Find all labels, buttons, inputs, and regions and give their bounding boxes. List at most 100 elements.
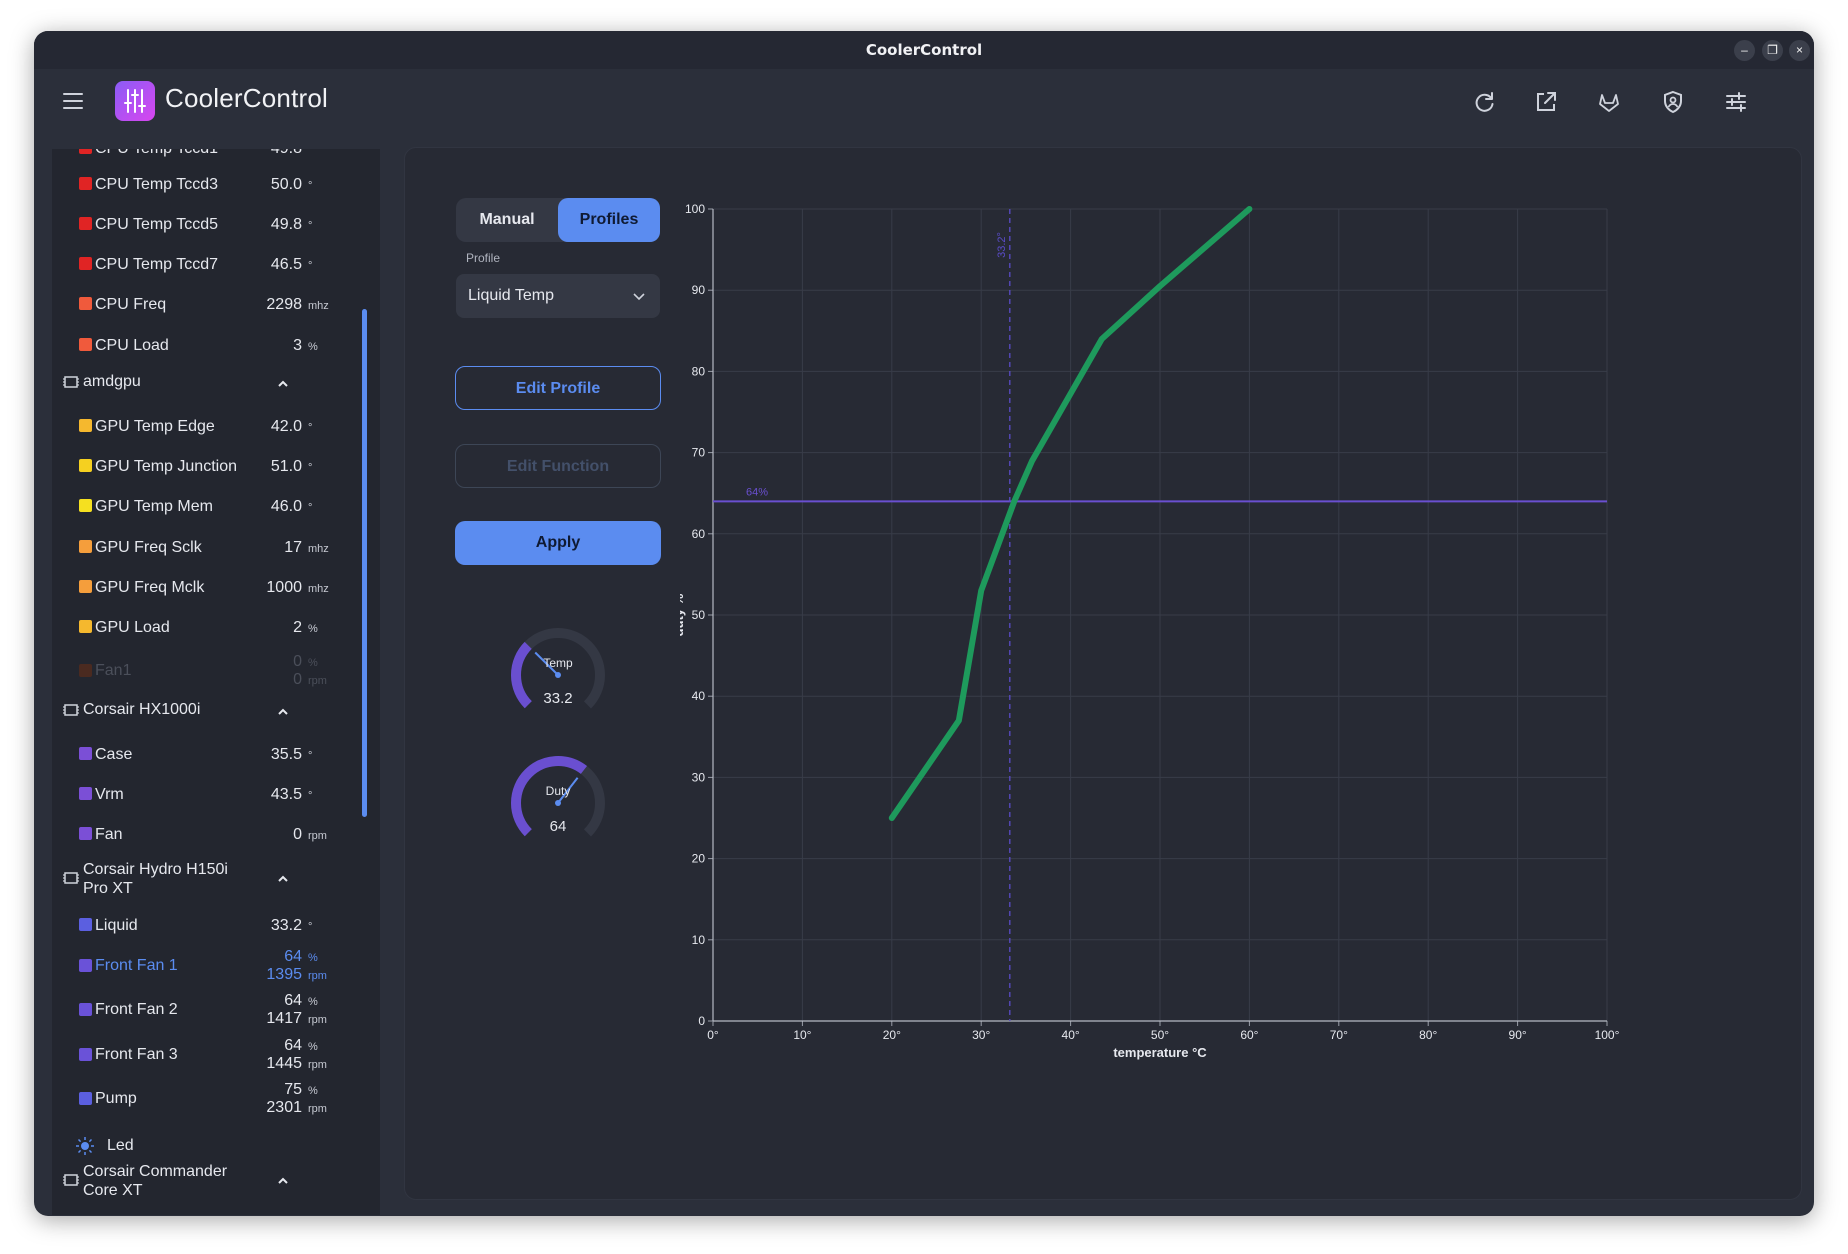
sensor-row[interactable]: CPU Load 3 % <box>52 328 352 362</box>
color-swatch[interactable] <box>79 620 92 633</box>
sensor-row[interactable]: CPU Temp Tccd3 50.0 ° <box>52 167 352 201</box>
sliders-icon[interactable] <box>1724 90 1748 114</box>
color-swatch[interactable] <box>79 217 92 230</box>
open-external-icon[interactable] <box>1534 90 1558 114</box>
y-tick-label: 80 <box>692 364 706 378</box>
sensor-row[interactable]: Vrm 43.5 ° <box>52 777 352 811</box>
y-tick-label: 50 <box>692 608 706 622</box>
sensor-row[interactable]: GPU Freq Sclk 17 mhz <box>52 530 352 564</box>
color-swatch[interactable] <box>79 177 92 190</box>
sensor-row[interactable]: CPU Freq 2298 mhz <box>52 287 352 321</box>
y-tick-label: 90 <box>692 283 706 297</box>
chevron-up-icon[interactable] <box>276 874 290 884</box>
sensor-label: GPU Temp Mem <box>95 498 213 515</box>
fan-row[interactable]: Front Fan 2 64 % 1417 rpm <box>52 992 352 1027</box>
edit-function-button[interactable]: Edit Function <box>455 444 661 488</box>
app-window: CoolerControl – ❐ × CoolerControl ° CPU … <box>34 31 1814 1216</box>
sensor-label: CPU Temp Tccd7 <box>95 256 219 273</box>
sensor-row[interactable]: Fan 0 rpm <box>52 817 352 851</box>
sensor-value: 17 <box>284 539 302 556</box>
sensor-label: GPU Freq Mclk <box>95 579 205 596</box>
sensor-value: 35.5 <box>270 746 302 763</box>
sensor-value: 0 <box>293 826 302 843</box>
color-swatch[interactable] <box>79 959 92 972</box>
sidebar-scrollbar[interactable] <box>362 309 367 817</box>
color-swatch[interactable] <box>79 1003 92 1016</box>
color-swatch[interactable] <box>79 787 92 800</box>
sensor-row[interactable]: GPU Temp Junction 51.0 ° <box>52 449 352 483</box>
color-swatch[interactable] <box>79 1092 92 1105</box>
sensor-row[interactable]: CPU Temp Tccd5 49.8 ° <box>52 207 352 241</box>
window-title: CoolerControl <box>865 41 983 59</box>
sensor-unit: mhz <box>308 583 329 595</box>
apply-button[interactable]: Apply <box>455 521 661 565</box>
duty-marker-label: 64% <box>746 486 768 498</box>
fan-rpm-unit: rpm <box>308 1059 327 1071</box>
duty-gauge-label: Duty <box>546 784 571 798</box>
color-swatch[interactable] <box>79 499 92 512</box>
fan-row[interactable]: Pump 75 % 2301 rpm <box>52 1081 352 1116</box>
sensor-row[interactable]: GPU Freq Mclk 1000 mhz <box>52 570 352 604</box>
color-swatch[interactable] <box>79 338 92 351</box>
color-swatch[interactable] <box>79 664 92 677</box>
chevron-up-icon[interactable] <box>276 379 290 389</box>
refresh-icon[interactable] <box>1472 90 1496 114</box>
device-name: Corsair HX1000i <box>83 701 201 718</box>
color-swatch[interactable] <box>79 297 92 310</box>
fan-row[interactable]: Front Fan 3 64 % 1445 rpm <box>52 1037 352 1072</box>
profiles-mode-button[interactable]: Profiles <box>558 198 660 242</box>
device-name-line2: Pro XT <box>83 880 133 897</box>
color-swatch[interactable] <box>79 149 92 154</box>
color-swatch[interactable] <box>79 257 92 270</box>
sensor-unit: % <box>308 623 318 635</box>
profile-select-value: Liquid Temp <box>468 287 554 304</box>
device-sidebar: CPU Temp Tccd1 49.8 ° CPU Temp Tccd3 50.… <box>52 149 380 1215</box>
sensor-row[interactable]: GPU Load 2 % <box>52 610 352 644</box>
fan-rpm: 1395 <box>266 966 302 983</box>
color-swatch[interactable] <box>79 747 92 760</box>
color-swatch[interactable] <box>79 459 92 472</box>
color-swatch[interactable] <box>79 1048 92 1061</box>
sensor-row[interactable]: GPU Temp Mem 46.0 ° <box>52 489 352 523</box>
y-axis-label: duty % <box>680 593 686 636</box>
shield-icon[interactable] <box>1661 90 1685 114</box>
fan-duty-unit: % <box>308 657 318 669</box>
fan-row[interactable]: Fan1 0 % 0 rpm <box>52 653 352 688</box>
fan-row-front-fan-1[interactable]: Front Fan 1 64 % 1395 rpm <box>52 948 352 983</box>
color-swatch[interactable] <box>79 540 92 553</box>
gitlab-icon[interactable] <box>1597 90 1621 114</box>
minimize-button[interactable]: – <box>1734 40 1755 61</box>
sensor-label: GPU Load <box>95 619 170 636</box>
color-swatch[interactable] <box>79 419 92 432</box>
sensor-value: 50.0 <box>270 176 302 193</box>
sensor-label: CPU Load <box>95 337 169 354</box>
color-swatch[interactable] <box>79 827 92 840</box>
chevron-up-icon[interactable] <box>276 1176 290 1186</box>
device-name-line1: Corsair Commander <box>83 1163 228 1180</box>
color-swatch[interactable] <box>79 580 92 593</box>
menu-icon[interactable] <box>63 93 83 109</box>
sensor-row[interactable]: Case 35.5 ° <box>52 737 352 771</box>
app-toolbar: CoolerControl <box>34 69 1814 133</box>
color-swatch[interactable] <box>79 918 92 931</box>
fan-curve-chart[interactable]: 0° 10° 20° 30° 40° 50° 60° 70° 80° 90° 100° 0 10 20 30… <box>671 191 1814 1216</box>
device-name-line1: Corsair Hydro H150i <box>83 861 228 878</box>
profile-select[interactable]: Liquid Temp <box>456 274 660 318</box>
sensor-row[interactable]: CPU Temp Tccd7 46.5 ° <box>52 247 352 281</box>
sensor-row[interactable]: Liquid 33.2 ° <box>52 908 352 942</box>
x-tick-label: 40° <box>1062 1028 1080 1042</box>
fan-rpm-unit: rpm <box>308 675 327 687</box>
edit-profile-button[interactable]: Edit Profile <box>455 366 661 410</box>
sensor-value: 42.0 <box>270 418 302 435</box>
fan-duty-unit: % <box>308 1085 318 1097</box>
chevron-up-icon[interactable] <box>276 707 290 717</box>
x-tick-label: 80° <box>1419 1028 1437 1042</box>
sensor-row[interactable]: GPU Temp Edge 42.0 ° <box>52 409 352 443</box>
fan-curve-svg[interactable]: 0° 10° 20° 30° 40° 50° 60° 70° 80° 90° 100° 0 10 20 30… <box>671 191 1814 1216</box>
sensor-value: 49.8 <box>271 149 302 158</box>
sensor-row[interactable]: CPU Temp Tccd1 49.8 ° <box>52 149 352 165</box>
manual-mode-button[interactable]: Manual <box>456 198 558 242</box>
maximize-button[interactable]: ❐ <box>1762 40 1783 61</box>
led-row[interactable]: Led <box>52 1128 352 1162</box>
close-button[interactable]: × <box>1789 40 1810 61</box>
